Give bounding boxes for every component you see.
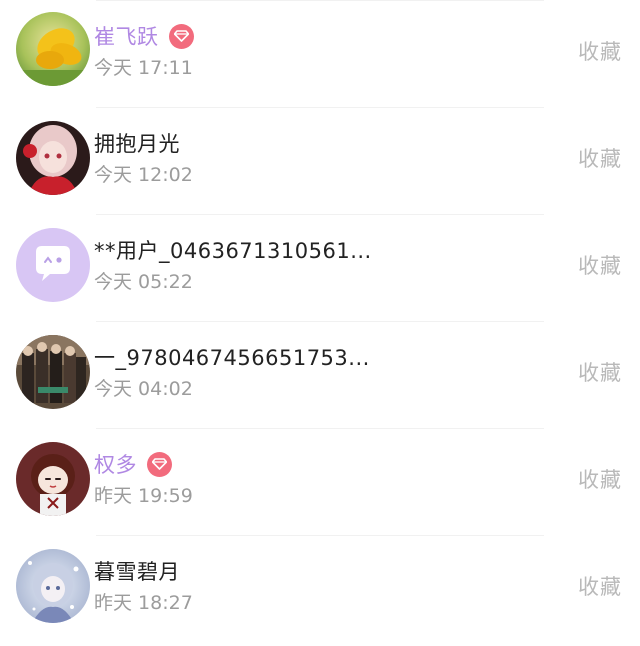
collect-button[interactable]: 收藏: [578, 464, 622, 494]
divider: [96, 321, 544, 322]
avatar[interactable]: [16, 121, 90, 195]
list-item[interactable]: 权多 昨天 19:59 收藏: [0, 428, 640, 535]
avatar[interactable]: [16, 228, 90, 302]
anime-girl-red-avatar-icon: [16, 121, 90, 195]
list-item[interactable]: 拥抱月光 今天 12:02 收藏: [0, 107, 640, 214]
anime-chibi-avatar-icon: [16, 442, 90, 516]
divider: [96, 214, 544, 215]
user-name[interactable]: 一_9780467456651753...: [94, 342, 370, 372]
avatar[interactable]: [16, 335, 90, 409]
timestamp: 昨天 19:59: [94, 485, 193, 507]
list-item[interactable]: **用户_0463671310561... 今天 05:22 收藏: [0, 214, 640, 321]
vip-diamond-icon: [168, 23, 194, 49]
timestamp: 今天 17:11: [94, 57, 193, 79]
user-name[interactable]: 权多: [94, 449, 137, 479]
user-name[interactable]: 崔飞跃: [94, 21, 159, 51]
avatar[interactable]: [16, 12, 90, 86]
list-item[interactable]: 一_9780467456651753... 今天 04:02 收藏: [0, 321, 640, 428]
name-line: 一_9780467456651753...: [94, 343, 370, 371]
name-line: 崔飞跃: [94, 22, 194, 50]
name-line: **用户_0463671310561...: [94, 236, 372, 264]
default-chat-bubble-avatar-icon: [16, 228, 90, 302]
vip-diamond-icon: [147, 451, 172, 477]
list-item[interactable]: 崔飞跃 今天 17:11 收藏: [0, 0, 640, 107]
name-line: 暮雪碧月: [94, 557, 180, 585]
collect-button[interactable]: 收藏: [578, 250, 622, 280]
name-line: 拥抱月光: [94, 129, 180, 157]
timestamp: 今天 12:02: [94, 164, 193, 186]
divider: [96, 428, 544, 429]
collect-button[interactable]: 收藏: [578, 571, 622, 601]
avatar[interactable]: [16, 442, 90, 516]
timestamp: 昨天 18:27: [94, 592, 193, 614]
user-name[interactable]: 暮雪碧月: [94, 556, 180, 586]
timestamp: 今天 04:02: [94, 378, 193, 400]
divider: [96, 0, 544, 1]
user-name[interactable]: 拥抱月光: [94, 128, 180, 158]
collect-button[interactable]: 收藏: [578, 357, 622, 387]
snow-girl-avatar-icon: [16, 549, 90, 623]
user-name[interactable]: **用户_0463671310561...: [94, 235, 372, 265]
group-photo-avatar-icon: [16, 335, 90, 409]
collect-button[interactable]: 收藏: [578, 36, 622, 66]
yellow-flower-avatar-icon: [16, 12, 90, 86]
collect-button[interactable]: 收藏: [578, 143, 622, 173]
name-line: 权多: [94, 450, 172, 478]
divider: [96, 535, 544, 536]
avatar[interactable]: [16, 549, 90, 623]
timestamp: 今天 05:22: [94, 271, 193, 293]
list-item[interactable]: 暮雪碧月 昨天 18:27 收藏: [0, 535, 640, 642]
divider: [96, 107, 544, 108]
